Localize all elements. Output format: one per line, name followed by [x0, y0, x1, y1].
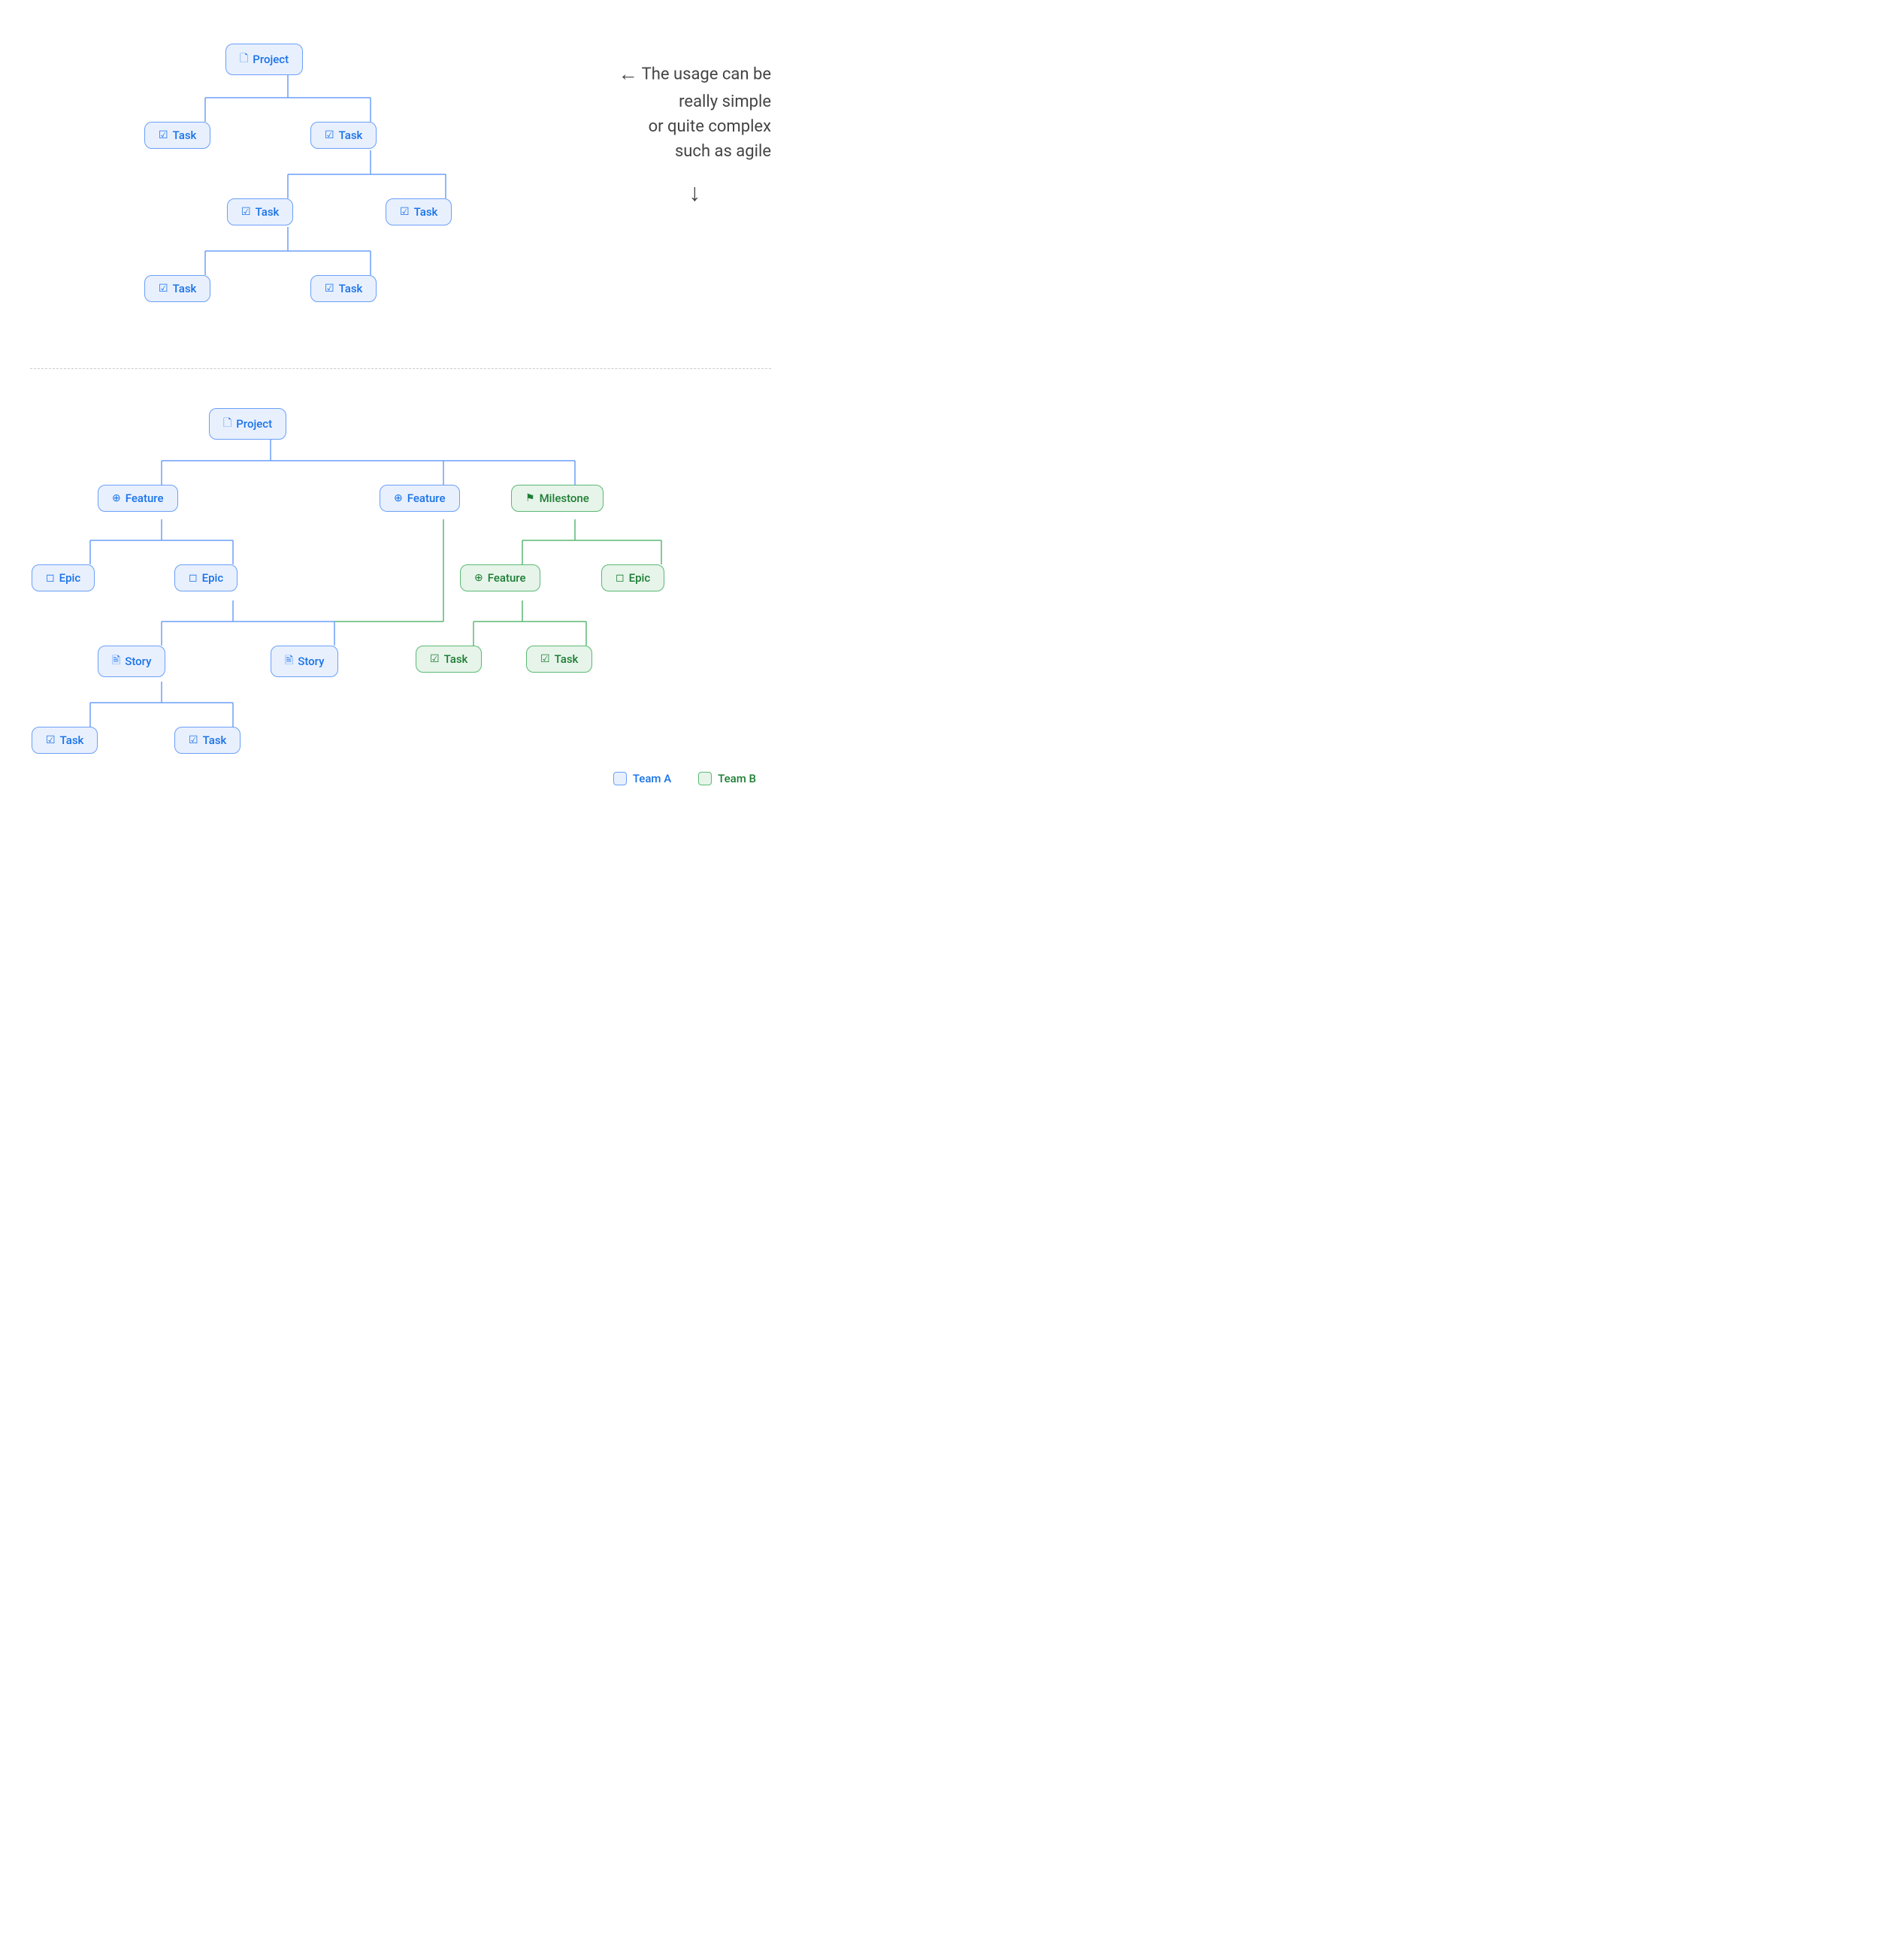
arrow-down-icon: ↓ [619, 174, 771, 210]
task-icon: ☑ [540, 653, 550, 665]
section-divider [30, 368, 771, 369]
top-diagram: 🗋 Project ☑ Task ☑ Task ☑ Task ☑ Task ☑ … [0, 0, 801, 361]
task-icon: ☑ [159, 129, 168, 141]
bottom-milestone-node: ⚑ Milestone [511, 485, 604, 512]
story-icon: 🖹 [112, 652, 120, 670]
top-task6-node: ☑ Task [310, 275, 377, 302]
story-icon: 🖹 [285, 652, 293, 670]
task-icon: ☑ [159, 283, 168, 295]
milestone-icon: ⚑ [525, 492, 535, 504]
bottom-feature3-node: ⊕ Feature [460, 564, 540, 591]
top-task5-node: ☑ Task [144, 275, 210, 302]
task-icon: ☑ [325, 129, 334, 141]
feature-icon: ⊕ [112, 492, 121, 504]
task-icon: ☑ [46, 734, 56, 746]
bottom-epic1-node: ◻ Epic [32, 564, 95, 591]
task-icon: ☑ [189, 734, 198, 746]
legend: Team A Team B [613, 772, 756, 785]
feature-icon: ⊕ [474, 572, 483, 584]
top-task3-node: ☑ Task [227, 198, 293, 225]
task-icon: ☑ [430, 653, 440, 665]
epic-icon: ◻ [616, 572, 625, 584]
bottom-project-node: 🗋 Project [209, 408, 286, 440]
bottom-feature1-node: ⊕ Feature [98, 485, 178, 512]
bottom-story2-node: 🖹 Story [271, 646, 338, 677]
bottom-task1-node: ☑ Task [32, 727, 98, 754]
task-icon: ☑ [400, 206, 410, 218]
annotation: ← The usage can be really simple or quit… [619, 60, 771, 210]
epic-icon: ◻ [46, 572, 55, 584]
bottom-epic2-node: ◻ Epic [174, 564, 237, 591]
bottom-task4-node: ☑ Task [526, 646, 592, 673]
legend-box-blue [613, 772, 627, 785]
top-project-node: 🗋 Project [225, 44, 303, 75]
top-task4-node: ☑ Task [386, 198, 452, 225]
project-icon: 🗋 [240, 50, 248, 68]
legend-box-green [698, 772, 712, 785]
bottom-task2-node: ☑ Task [174, 727, 241, 754]
bottom-feature2-node: ⊕ Feature [380, 485, 460, 512]
project-icon: 🗋 [223, 415, 231, 433]
bottom-connectors [0, 377, 801, 812]
bottom-story1-node: 🖹 Story [98, 646, 165, 677]
bottom-diagram: 🗋 Project ⊕ Feature ⊕ Feature ⚑ Mileston… [0, 377, 801, 812]
legend-team-b: Team B [698, 772, 756, 785]
arrow-left-icon: ← [619, 60, 638, 89]
feature-icon: ⊕ [394, 492, 403, 504]
bottom-epic3-node: ◻ Epic [601, 564, 664, 591]
task-icon: ☑ [325, 283, 334, 295]
top-task2-node: ☑ Task [310, 122, 377, 149]
epic-icon: ◻ [189, 572, 198, 584]
top-task1-node: ☑ Task [144, 122, 210, 149]
legend-team-a: Team A [613, 772, 671, 785]
task-icon: ☑ [241, 206, 251, 218]
bottom-task3-node: ☑ Task [416, 646, 482, 673]
